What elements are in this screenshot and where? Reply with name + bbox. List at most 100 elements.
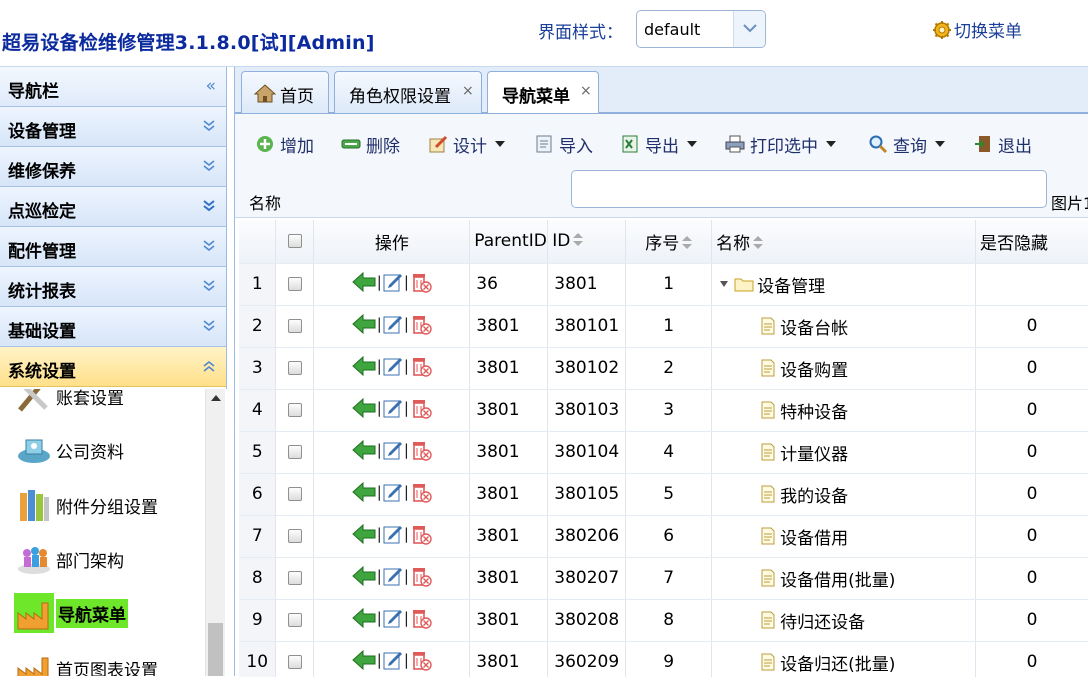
sort-icon[interactable] [682,235,693,250]
row-checkbox[interactable] [287,277,302,291]
table-row[interactable]: 8 | | 3801 380207 7 设备借用(批量) 0 [239,557,1088,600]
tree-expand-icon[interactable] [720,281,729,287]
row-checkbox[interactable] [287,445,302,459]
row-select-cell[interactable] [275,599,315,642]
delete-bin-icon[interactable] [410,523,432,545]
col-header-name[interactable]: 名称 [711,220,977,264]
tab-home[interactable]: 首页 [241,71,329,113]
sort-icon[interactable] [753,235,764,250]
sidebar-section-parts[interactable]: 配件管理 [0,227,226,267]
chevron-down-icon[interactable] [733,11,765,47]
submenu-item-attachment-groups[interactable]: 附件分组设置 [14,482,158,528]
edit-icon[interactable] [383,608,403,628]
move-arrow-icon[interactable] [352,272,376,292]
close-icon[interactable]: × [580,83,592,99]
col-header-seq[interactable]: 序号 [625,220,713,264]
row-checkbox[interactable] [287,403,302,417]
row-select-cell[interactable] [275,347,315,390]
table-row[interactable]: 1 | | 36 3801 1 设备管理 [239,263,1088,306]
move-arrow-icon[interactable] [352,608,376,628]
filter-name-input[interactable] [571,170,1047,208]
add-button[interactable]: 增加 [255,132,314,157]
delete-bin-icon[interactable] [410,355,432,377]
row-select-cell[interactable] [275,557,315,600]
delete-bin-icon[interactable] [410,649,432,671]
move-arrow-icon[interactable] [352,314,376,334]
exit-button[interactable]: 退出 [973,132,1032,157]
switch-menu-button[interactable]: 切换菜单 [932,17,1022,42]
delete-bin-icon[interactable] [410,565,432,587]
table-row[interactable]: 7 | | 3801 380206 6 设备借用 0 [239,515,1088,558]
chevron-down-icon[interactable] [826,141,836,147]
edit-icon[interactable] [383,440,403,460]
import-button[interactable]: 导入 [534,132,593,157]
move-arrow-icon[interactable] [352,524,376,544]
edit-icon[interactable] [383,314,403,334]
move-arrow-icon[interactable] [352,566,376,586]
row-select-cell[interactable] [275,515,315,558]
design-button[interactable]: 设计 [428,132,505,157]
delete-bin-icon[interactable] [410,481,432,503]
chevron-down-icon[interactable] [495,141,505,147]
delete-bin-icon[interactable] [410,607,432,629]
edit-icon[interactable] [383,272,403,292]
row-checkbox[interactable] [287,655,302,669]
sidebar-section-equipment[interactable]: 设备管理 [0,107,226,147]
collapse-sidebar-icon[interactable]: « [206,76,216,96]
export-button[interactable]: 导出 [620,132,697,157]
sidebar-section-basic-settings[interactable]: 基础设置 [0,307,226,347]
delete-bin-icon[interactable] [410,271,432,293]
delete-bin-icon[interactable] [410,397,432,419]
chevron-down-icon[interactable] [687,141,697,147]
row-checkbox[interactable] [287,361,302,375]
scroll-thumb[interactable] [208,623,223,676]
move-arrow-icon[interactable] [352,398,376,418]
sidebar-section-inspection[interactable]: 点巡检定 [0,187,226,227]
row-checkbox[interactable] [287,571,302,585]
row-select-cell[interactable] [275,641,315,677]
edit-icon[interactable] [383,356,403,376]
submenu-item-home-charts[interactable]: 首页图表设置 [14,645,158,676]
select-all-header[interactable] [275,220,315,264]
submenu-item-departments[interactable]: 部门架构 [14,536,124,582]
print-selected-button[interactable]: 打印选中 [725,132,836,157]
chevron-down-icon[interactable] [935,141,945,147]
submenu-item-company-info[interactable]: 公司资料 [14,427,124,473]
move-arrow-icon[interactable] [352,356,376,376]
delete-bin-icon[interactable] [410,313,432,335]
submenu-scrollbar[interactable] [205,389,225,676]
edit-icon[interactable] [383,482,403,502]
row-checkbox[interactable] [287,613,302,627]
table-row[interactable]: 3 | | 3801 380102 2 设备购置 0 [239,347,1088,390]
edit-icon[interactable] [383,398,403,418]
move-arrow-icon[interactable] [352,650,376,670]
tab-role-permissions[interactable]: 角色权限设置 × [334,71,482,113]
row-select-cell[interactable] [275,389,315,432]
table-row[interactable]: 5 | | 3801 380104 4 计量仪器 0 [239,431,1088,474]
submenu-item-nav-menu[interactable]: 导航菜单 [14,590,128,636]
sidebar-section-reports[interactable]: 统计报表 [0,267,226,307]
edit-icon[interactable] [383,650,403,670]
row-select-cell[interactable] [275,473,315,516]
col-header-hidden[interactable]: 是否隐藏 [975,220,1088,264]
sidebar-section-maintenance[interactable]: 维修保养 [0,147,226,187]
table-row[interactable]: 9 | | 3801 380208 8 待归还设备 0 [239,599,1088,642]
row-select-cell[interactable] [275,263,315,306]
edit-icon[interactable] [383,566,403,586]
edit-icon[interactable] [383,524,403,544]
row-select-cell[interactable] [275,431,315,474]
table-row[interactable]: 2 | | 3801 380101 1 设备台帐 0 [239,305,1088,348]
table-row[interactable]: 10 | | 3801 360209 9 设备归还(批量) 0 [239,641,1088,677]
close-icon[interactable]: × [462,83,474,99]
row-select-cell[interactable] [275,305,315,348]
row-checkbox[interactable] [287,529,302,543]
style-select[interactable]: default [636,10,766,48]
row-checkbox[interactable] [287,487,302,501]
move-arrow-icon[interactable] [352,482,376,502]
sort-icon[interactable] [573,233,584,247]
move-arrow-icon[interactable] [352,440,376,460]
sidebar-section-system-settings[interactable]: 系统设置 [0,347,226,387]
submenu-item-account-set[interactable]: 账套设置 [14,389,124,419]
delete-button[interactable]: 删除 [341,132,400,157]
scroll-up-icon[interactable] [211,395,221,401]
